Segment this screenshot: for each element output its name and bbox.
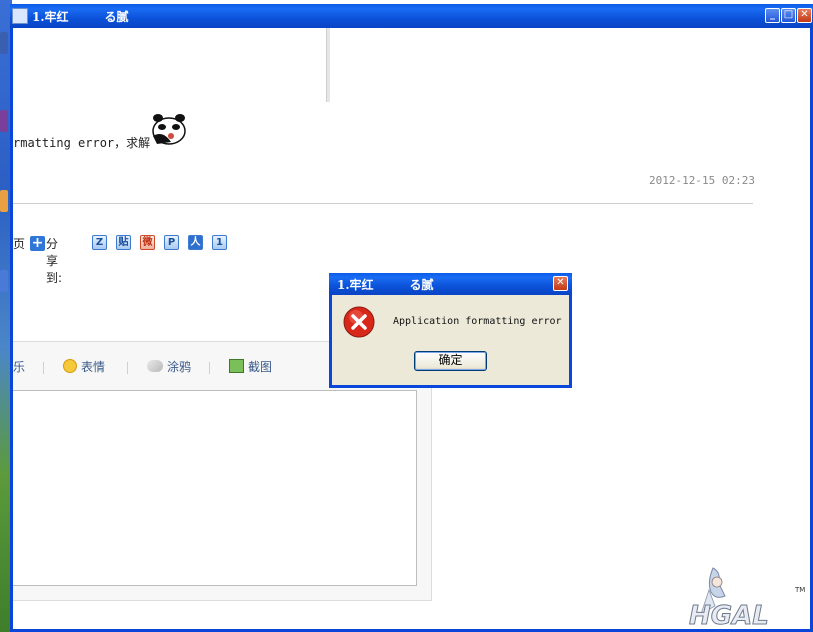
dialog-message: Application formatting error bbox=[393, 316, 562, 327]
divider-line bbox=[13, 203, 753, 204]
dialog-title: 1.牢红 る腻 bbox=[337, 278, 434, 292]
dialog-titlebar[interactable]: 1.牢红 る腻 ✕ bbox=[329, 273, 572, 295]
reply-textarea[interactable] bbox=[13, 390, 417, 586]
weibo-icon[interactable]: 微 bbox=[140, 235, 155, 250]
error-dialog: 1.牢红 る腻 ✕ Application formatting error 确… bbox=[329, 273, 572, 388]
desktop-shortcut-icon[interactable] bbox=[0, 32, 8, 54]
toolbar-separator bbox=[209, 362, 210, 374]
doodle-tool-label: 涂鸦 bbox=[167, 360, 192, 374]
tieba-icon[interactable]: 贴 bbox=[116, 235, 131, 250]
doodle-icon bbox=[147, 360, 163, 372]
dialog-body: Application formatting error 确定 bbox=[332, 295, 569, 385]
qzone-icon[interactable]: Z bbox=[92, 235, 107, 250]
toolbar-separator bbox=[43, 362, 44, 374]
screenshot-tool-label: 截图 bbox=[248, 360, 273, 374]
app-icon bbox=[12, 8, 28, 24]
toolbar-separator bbox=[127, 362, 128, 374]
pengyou-icon[interactable]: P bbox=[164, 235, 179, 250]
post-timestamp: 2012-12-15 02:23 bbox=[649, 174, 755, 187]
maximize-button[interactable]: □ bbox=[781, 8, 796, 23]
logo-tm: TM bbox=[794, 586, 805, 594]
plus-icon[interactable]: + bbox=[30, 236, 45, 251]
screenshot-icon bbox=[229, 359, 244, 373]
window-title: 1.牢红 る腻 bbox=[32, 10, 129, 24]
logo-text: HGAL bbox=[689, 601, 769, 628]
smiley-icon bbox=[63, 359, 77, 373]
share-label: 分享到: bbox=[46, 237, 63, 285]
ok-button[interactable]: 确定 bbox=[414, 351, 487, 371]
post-body: rmatting error，求解 bbox=[13, 136, 151, 150]
panda-emoticon-icon bbox=[152, 114, 186, 145]
emoji-tool[interactable]: 表情 bbox=[63, 358, 105, 375]
desktop-shortcut-icon[interactable] bbox=[0, 190, 8, 212]
error-icon bbox=[343, 306, 375, 338]
desktop-shortcut-icon[interactable] bbox=[0, 110, 8, 132]
music-tool[interactable]: 乐 bbox=[13, 358, 25, 375]
desktop-shortcut-icon[interactable] bbox=[0, 270, 8, 292]
emoji-tool-label: 表情 bbox=[81, 360, 106, 374]
renren-icon[interactable]: 人 bbox=[188, 235, 203, 250]
kaixin-icon[interactable]: 1 bbox=[212, 235, 227, 250]
screenshot-tool[interactable]: 截图 bbox=[229, 358, 272, 375]
column-divider bbox=[326, 28, 330, 102]
share-left-text: 页 bbox=[13, 237, 26, 251]
minimize-button[interactable]: _ bbox=[765, 8, 780, 23]
dialog-close-button[interactable]: ✕ bbox=[553, 276, 568, 291]
doodle-tool[interactable]: 涂鸦 bbox=[147, 358, 191, 375]
window-titlebar[interactable]: 1.牢红 る腻 _ □ ✕ bbox=[10, 4, 813, 28]
hgal-logo: HGAL TM bbox=[689, 567, 805, 628]
close-button[interactable]: ✕ bbox=[797, 8, 812, 23]
